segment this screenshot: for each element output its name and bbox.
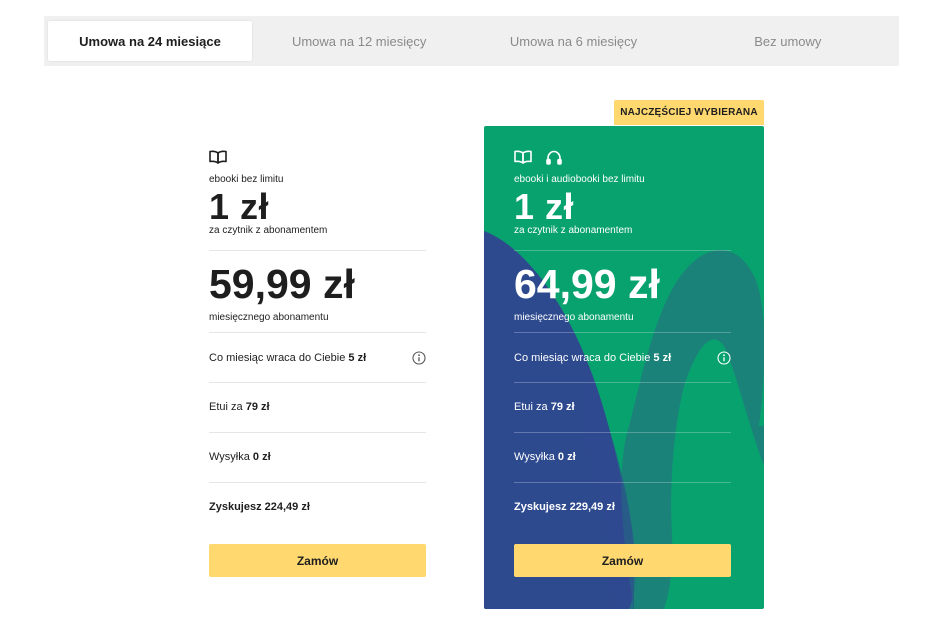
shipping-row: Wysyłka 0 zł <box>514 447 731 467</box>
savings-text: Zyskujesz 229,49 zł <box>514 501 615 513</box>
reader-price-caption: za czytnik z abonamentem <box>209 225 328 236</box>
book-icon <box>209 150 227 164</box>
plan-name: ebooki bez limitu <box>209 174 284 185</box>
most-chosen-badge: NAJCZĘŚCIEJ WYBIERANA <box>614 100 764 125</box>
shipping-row: Wysyłka 0 zł <box>209 447 426 467</box>
tab-24-months[interactable]: Umowa na 24 miesiące <box>48 21 252 61</box>
case-text: Etui za 79 zł <box>209 401 270 413</box>
order-button[interactable]: Zamów <box>209 544 426 577</box>
divider <box>514 382 731 383</box>
divider <box>514 432 731 433</box>
divider <box>209 250 426 251</box>
monthly-price-caption: miesięcznego abonamentu <box>209 312 329 323</box>
info-icon[interactable] <box>717 351 731 365</box>
case-row: Etui za 79 zł <box>514 397 731 417</box>
cashback-text: Co miesiąc wraca do Ciebie 5 zł <box>209 352 367 364</box>
tab-no-contract[interactable]: Bez umowy <box>681 21 895 61</box>
reader-price-caption: za czytnik z abonamentem <box>514 225 633 236</box>
case-row: Etui za 79 zł <box>209 397 426 417</box>
monthly-price: 64,99 zł <box>514 261 660 307</box>
divider <box>514 482 731 483</box>
savings-row: Zyskujesz 224,49 zł <box>209 497 426 517</box>
plan-name: ebooki i audiobooki bez limitu <box>514 174 645 185</box>
book-icon <box>514 150 532 165</box>
savings-text: Zyskujesz 224,49 zł <box>209 501 310 513</box>
contract-tabs: Umowa na 24 miesiące Umowa na 12 miesięc… <box>44 16 899 66</box>
reader-price: 1 zł <box>209 186 270 227</box>
info-icon[interactable] <box>412 351 426 365</box>
divider <box>514 332 731 333</box>
headphones-icon <box>546 150 562 165</box>
divider <box>209 382 426 383</box>
shipping-text: Wysyłka 0 zł <box>514 451 576 463</box>
tab-6-months[interactable]: Umowa na 6 miesięcy <box>466 21 680 61</box>
divider <box>209 332 426 333</box>
order-button[interactable]: Zamów <box>514 544 731 577</box>
savings-row: Zyskujesz 229,49 zł <box>514 497 731 517</box>
cashback-text: Co miesiąc wraca do Ciebie 5 zł <box>514 352 672 364</box>
shipping-text: Wysyłka 0 zł <box>209 451 271 463</box>
cashback-row: Co miesiąc wraca do Ciebie 5 zł <box>514 348 731 368</box>
divider <box>209 482 426 483</box>
monthly-price: 59,99 zł <box>209 261 355 307</box>
case-text: Etui za 79 zł <box>514 401 575 413</box>
monthly-price-caption: miesięcznego abonamentu <box>514 312 634 323</box>
plan-card-ebooks-audiobooks: ebooki i audiobooki bez limitu 1 zł za c… <box>484 126 764 609</box>
plan-icons <box>514 150 562 165</box>
plan-icons <box>209 150 227 164</box>
divider <box>514 250 731 251</box>
cashback-row: Co miesiąc wraca do Ciebie 5 zł <box>209 348 426 368</box>
tab-12-months[interactable]: Umowa na 12 miesięcy <box>252 21 466 61</box>
plan-card-ebooks: ebooki bez limitu 1 zł za czytnik z abon… <box>194 126 442 609</box>
reader-price: 1 zł <box>514 186 575 227</box>
divider <box>209 432 426 433</box>
